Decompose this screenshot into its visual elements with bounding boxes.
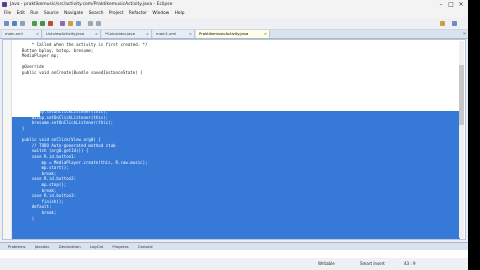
minimize-button[interactable]: –	[436, 0, 446, 9]
forward-icon[interactable]	[96, 21, 101, 26]
close-tab-icon[interactable]: ×	[189, 30, 192, 38]
menu-search[interactable]: Search	[89, 11, 104, 16]
tab-label: ListviewActivity.java	[46, 31, 85, 36]
menu-source[interactable]: Source	[44, 11, 59, 16]
tab-listview-activity[interactable]: ListviewActivity.java ×	[43, 30, 101, 38]
eclipse-app-icon	[2, 2, 7, 7]
menu-file[interactable]: File	[4, 11, 11, 16]
tab-problems[interactable]: Problems	[8, 244, 26, 249]
code-editor[interactable]: * Called when the activity is first crea…	[2, 39, 466, 240]
close-tab-icon[interactable]: ×	[264, 30, 267, 38]
eclipse-window: Java - praktikemusic/src/activity.com/Pr…	[0, 0, 468, 270]
tab-javadoc[interactable]: Javadoc	[35, 244, 50, 249]
menu-navigate[interactable]: Navigate	[64, 11, 83, 16]
tab-progress[interactable]: Progress	[112, 244, 128, 249]
maximize-button[interactable]: □	[446, 0, 456, 9]
tab-console[interactable]: Console	[138, 244, 153, 249]
status-writable: Writable	[318, 261, 335, 266]
tab-calculator[interactable]: *Calculator.java ×	[102, 30, 152, 38]
code-line: |	[12, 215, 35, 221]
search-icon[interactable]	[76, 21, 81, 26]
code-text[interactable]: * Called when the activity is first crea…	[12, 40, 460, 239]
run-icon[interactable]	[40, 21, 45, 26]
tab-label: *Calculator.java	[105, 31, 135, 36]
new-icon[interactable]	[4, 21, 9, 26]
vertical-scrollbar[interactable]	[459, 41, 464, 238]
code-line: bresume = (Button)findViewById(R.id.butt…	[12, 98, 143, 103]
save-icon[interactable]	[12, 21, 17, 26]
close-button[interactable]: ✕	[456, 0, 466, 9]
scrollbar-thumb[interactable]	[459, 65, 464, 125]
tab-main-xml[interactable]: main.xml ×	[2, 30, 42, 38]
debug-perspective-icon[interactable]	[452, 21, 457, 26]
java-perspective-icon[interactable]	[440, 21, 445, 26]
black-border	[468, 0, 480, 270]
close-tab-icon[interactable]: ×	[146, 30, 149, 38]
menu-window[interactable]: Window	[152, 11, 169, 16]
back-icon[interactable]	[88, 21, 93, 26]
external-tools-icon[interactable]	[48, 21, 53, 26]
editor-ruler	[3, 40, 12, 239]
tab-label: main1.xml	[156, 31, 177, 36]
tab-logcat[interactable]: LogCat	[90, 244, 103, 249]
tab-label: PraktikemusicActivity.java	[199, 31, 249, 36]
close-tab-icon[interactable]: ×	[95, 30, 98, 38]
tab-main1-xml[interactable]: main1.xml ×	[153, 30, 195, 38]
tab-label: main.xml	[5, 31, 23, 36]
menu-refactor[interactable]: Refactor	[129, 11, 147, 16]
editor-tabs: main.xml × ListviewActivity.java × *Calcul…	[0, 30, 468, 39]
title-bar: Java - praktikemusic/src/activity.com/Pr…	[0, 0, 468, 9]
status-insert-mode: Smart Insert	[360, 261, 385, 266]
status-bar: Writable Smart Insert 43 : 9	[0, 258, 468, 270]
menu-project[interactable]: Project	[109, 11, 124, 16]
tab-declaration[interactable]: Declaration	[59, 244, 81, 249]
open-type-icon[interactable]	[68, 21, 73, 26]
window-title: Java - praktikemusic/src/activity.com/Pr…	[10, 2, 173, 7]
close-tab-icon[interactable]: ×	[36, 30, 39, 38]
tab-overflow-icon[interactable]: »	[463, 30, 466, 38]
new-class-icon[interactable]	[60, 21, 65, 26]
menu-edit[interactable]: Edit	[17, 11, 25, 16]
status-cursor-position: 43 : 9	[404, 261, 416, 266]
code-line: MediaPlayer mp;	[12, 53, 59, 59]
code-line: }	[12, 126, 25, 131]
menu-bar: File Edit Run Source Navigate Search Pro…	[0, 9, 468, 18]
code-line: bresume.setOnClickListener(this);	[12, 120, 114, 126]
debug-icon[interactable]	[32, 21, 37, 26]
print-icon[interactable]	[20, 21, 25, 26]
main-toolbar	[0, 18, 468, 30]
menu-help[interactable]: Help	[175, 11, 185, 16]
menu-run[interactable]: Run	[30, 11, 38, 16]
tab-praktikemusic-activity[interactable]: PraktikemusicActivity.java ×	[196, 30, 270, 38]
